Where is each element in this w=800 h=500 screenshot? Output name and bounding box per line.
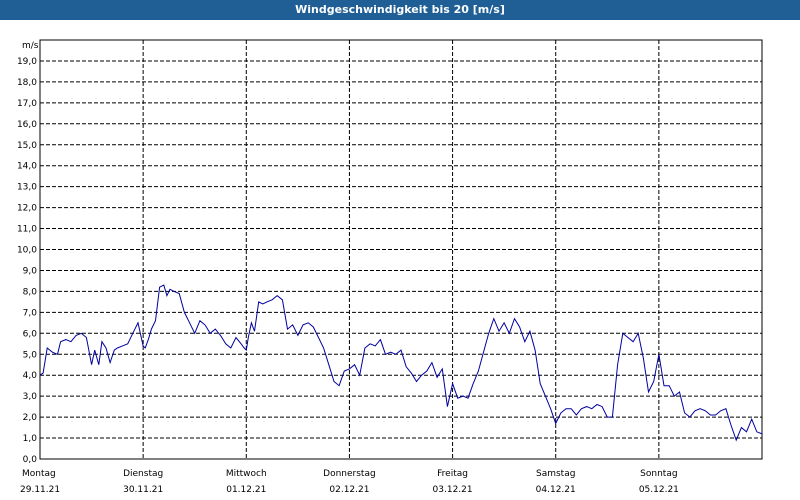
x-tick-date-label: 29.11.21 — [20, 485, 60, 495]
y-tick-label: 13,0 — [17, 183, 37, 193]
x-tick-date-label: 03.12.21 — [433, 485, 473, 495]
x-tick-day-label: Mittwoch — [226, 469, 267, 479]
x-tick-date-label: 30.11.21 — [123, 485, 163, 495]
y-tick-label: 5,0 — [23, 350, 38, 360]
y-tick-label: 14,0 — [17, 162, 37, 172]
chart-title: Windgeschwindigkeit bis 20 [m/s] — [0, 0, 800, 20]
x-tick-date-label: 05.12.21 — [639, 485, 679, 495]
y-tick-label: 9,0 — [23, 266, 38, 276]
y-tick-label: 16,0 — [17, 120, 37, 130]
x-tick-date-label: 04.12.21 — [536, 485, 576, 495]
x-tick-day-label: Samstag — [536, 469, 575, 479]
x-tick-day-label: Sonntag — [640, 469, 677, 479]
y-tick-label: 12,0 — [17, 204, 37, 214]
x-tick-date-label: 02.12.21 — [329, 485, 369, 495]
y-tick-label: 19,0 — [17, 57, 37, 67]
y-tick-label: 10,0 — [17, 246, 37, 256]
y-tick-label: 2,0 — [23, 413, 38, 423]
y-tick-label: 1,0 — [23, 434, 38, 444]
wind-speed-chart: 0,0 1,0 2,0 3,0 4,0 5,0 6,0 7,0 8,0 9,0 10,0 11,0 12… — [17, 39, 763, 495]
y-tick-label: 18,0 — [17, 78, 37, 88]
x-tick-day-label: Dienstag — [123, 469, 163, 479]
y-tick-label: 15,0 — [17, 141, 37, 151]
y-tick-label: 0,0 — [23, 455, 38, 465]
x-tick-date-label: 01.12.21 — [226, 485, 266, 495]
y-tick-label: 3,0 — [23, 392, 38, 402]
y-tick-label: 11,0 — [17, 225, 37, 235]
x-tick-day-label: Montag — [22, 469, 56, 479]
y-tick-label: 7,0 — [23, 308, 38, 318]
y-tick-label: 6,0 — [23, 329, 38, 339]
y-axis-ticks: 0,0 1,0 2,0 3,0 4,0 5,0 6,0 7,0 8,0 9,0 10,0 11,0 12… — [17, 57, 37, 465]
x-axis-ticks: Montag 29.11.21 Dienstag 30.11.21 Mittwoch 01… — [20, 469, 679, 495]
y-tick-label: 8,0 — [23, 287, 38, 297]
y-tick-label: 17,0 — [17, 99, 37, 109]
grid-lines — [40, 40, 762, 459]
x-tick-day-label: Donnerstag — [323, 469, 376, 479]
y-axis-label: m/s — [22, 41, 39, 51]
x-tick-day-label: Freitag — [437, 469, 468, 479]
y-tick-label: 4,0 — [23, 371, 38, 381]
